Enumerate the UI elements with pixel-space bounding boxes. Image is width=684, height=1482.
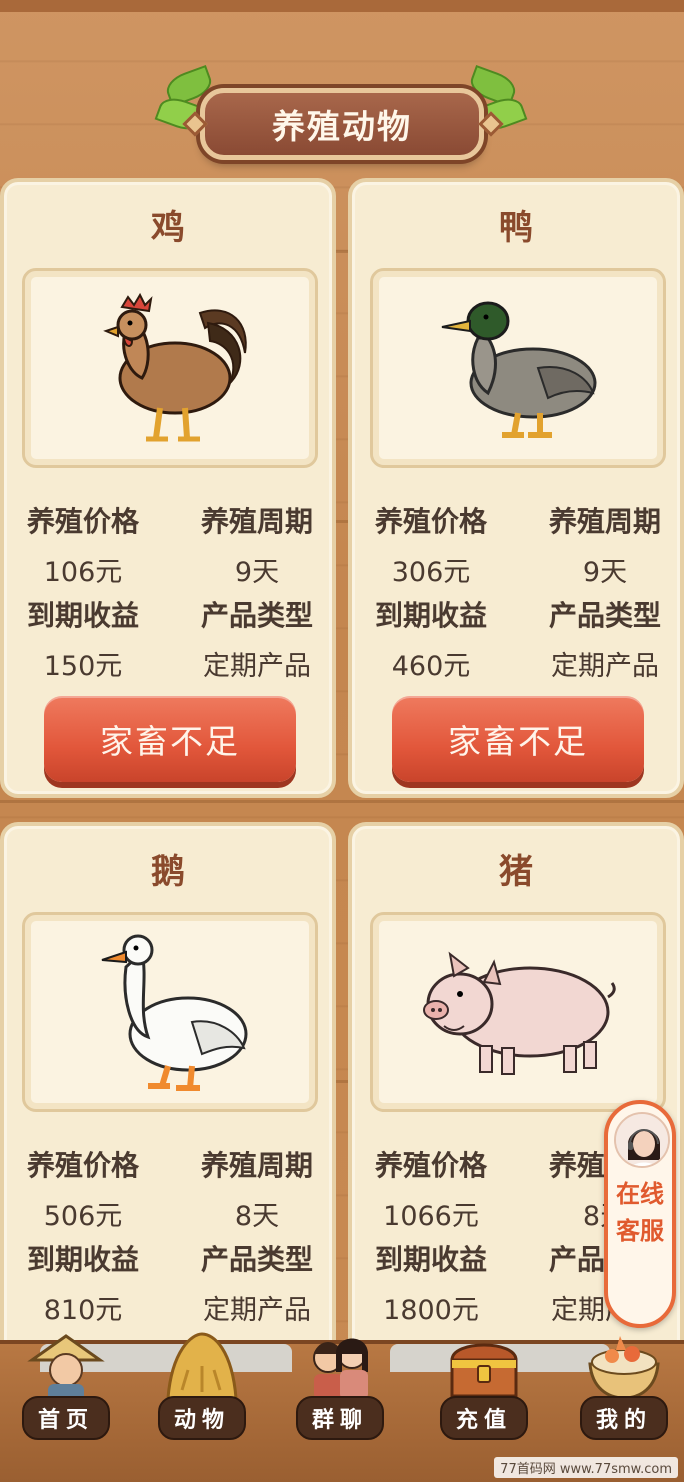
- cycle-label: 养殖周期: [548, 505, 661, 538]
- type-stat: 产品类型 定期产品: [530, 594, 680, 683]
- animal-image-frame: [370, 912, 666, 1112]
- animal-name: 鸭: [499, 208, 533, 248]
- animal-image-frame: [22, 268, 318, 468]
- nav-recharge-label: 充值: [439, 1396, 529, 1440]
- income-stat: 到期收益 1800元: [356, 1238, 506, 1327]
- nav-group-chat-label: 群聊: [295, 1396, 385, 1440]
- nav-animals-label: 动物: [157, 1396, 247, 1440]
- animal-card-chicken: 鸡 养殖价格 106元 养殖周期 9天 到期收益 150元 产品类型 定期产品 …: [0, 178, 336, 798]
- animal-card-duck: 鸭 养殖价格 306元 养殖周期 9天 到期收益 460元 产品类型 定期产品 …: [348, 178, 684, 798]
- price-stat: 养殖价格 106元: [8, 500, 158, 589]
- type-label: 产品类型: [200, 1243, 313, 1276]
- income-value: 460元: [391, 651, 471, 682]
- type-value: 定期产品: [203, 651, 311, 682]
- cycle-stat: 养殖周期 8天: [182, 1144, 332, 1233]
- income-value: 150元: [43, 651, 123, 682]
- price-value: 106元: [43, 557, 123, 588]
- income-stat: 到期收益 810元: [8, 1238, 158, 1327]
- farmer-icon: [27, 1334, 105, 1402]
- income-value: 1800元: [383, 1295, 479, 1326]
- customer-service-label: 在线客服: [616, 1180, 664, 1245]
- duck-illustration: [441, 301, 597, 438]
- price-label: 养殖价格: [374, 1149, 487, 1182]
- animal-image-frame: [370, 268, 666, 468]
- buy-duck-button[interactable]: 家畜不足: [392, 696, 644, 782]
- cycle-value: 9天: [582, 557, 628, 588]
- cycle-value: 8天: [234, 1201, 280, 1232]
- type-value: 定期产品: [551, 651, 659, 682]
- price-label: 养殖价格: [374, 505, 487, 538]
- price-stat: 养殖价格 1066元: [356, 1144, 506, 1233]
- food-bowl-icon: [588, 1336, 660, 1400]
- nav-home-label: 首页: [21, 1396, 111, 1440]
- watermark: 77首码网 www.77smw.com: [494, 1457, 678, 1478]
- income-label: 到期收益: [374, 599, 487, 632]
- income-label: 到期收益: [26, 599, 139, 632]
- pig-illustration: [423, 951, 616, 1075]
- cycle-stat: 养殖周期 9天: [530, 500, 680, 589]
- income-stat: 到期收益 150元: [8, 594, 158, 683]
- animal-name: 鸡: [151, 208, 185, 248]
- price-stat: 养殖价格 506元: [8, 1144, 158, 1233]
- type-value: 定期产品: [203, 1295, 311, 1326]
- type-label: 产品类型: [548, 599, 661, 632]
- price-label: 养殖价格: [26, 1149, 139, 1182]
- income-stat: 到期收益 460元: [356, 594, 506, 683]
- nav-animals[interactable]: 动物: [142, 1330, 262, 1442]
- type-label: 产品类型: [200, 599, 313, 632]
- agent-avatar: [614, 1112, 670, 1168]
- nav-home[interactable]: 首页: [6, 1330, 126, 1442]
- title-banner: 养殖动物: [200, 88, 484, 160]
- price-label: 养殖价格: [26, 505, 139, 538]
- cycle-stat: 养殖周期 9天: [182, 500, 332, 589]
- animal-name: 猪: [499, 852, 533, 892]
- animal-image-frame: [22, 912, 318, 1112]
- goose-illustration: [101, 934, 248, 1091]
- treasure-chest-icon: [450, 1343, 518, 1398]
- customer-service-button[interactable]: 在线客服: [604, 1100, 676, 1328]
- type-stat: 产品类型 定期产品: [182, 594, 332, 683]
- price-value: 1066元: [383, 1201, 479, 1232]
- buy-chicken-button[interactable]: 家畜不足: [44, 696, 296, 782]
- cycle-value: 9天: [234, 557, 280, 588]
- price-value: 506元: [43, 1201, 123, 1232]
- income-label: 到期收益: [374, 1243, 487, 1276]
- haystack-icon: [166, 1332, 238, 1400]
- group-chat-icon: [313, 1338, 368, 1400]
- price-stat: 养殖价格 306元: [356, 500, 506, 589]
- income-label: 到期收益: [26, 1243, 139, 1276]
- price-value: 306元: [391, 557, 471, 588]
- cycle-label: 养殖周期: [200, 505, 313, 538]
- animal-name: 鹅: [151, 852, 185, 892]
- type-stat: 产品类型 定期产品: [182, 1238, 332, 1327]
- chicken-illustration: [103, 292, 247, 442]
- headset-agent-icon: [616, 1114, 668, 1166]
- page-title: 养殖动物: [272, 107, 412, 146]
- cycle-label: 养殖周期: [200, 1149, 313, 1182]
- nav-profile[interactable]: 我的: [564, 1330, 684, 1442]
- nav-recharge[interactable]: 充值: [424, 1330, 544, 1442]
- nav-group-chat[interactable]: 群聊: [280, 1330, 400, 1442]
- income-value: 810元: [43, 1295, 123, 1326]
- nav-profile-label: 我的: [579, 1396, 669, 1440]
